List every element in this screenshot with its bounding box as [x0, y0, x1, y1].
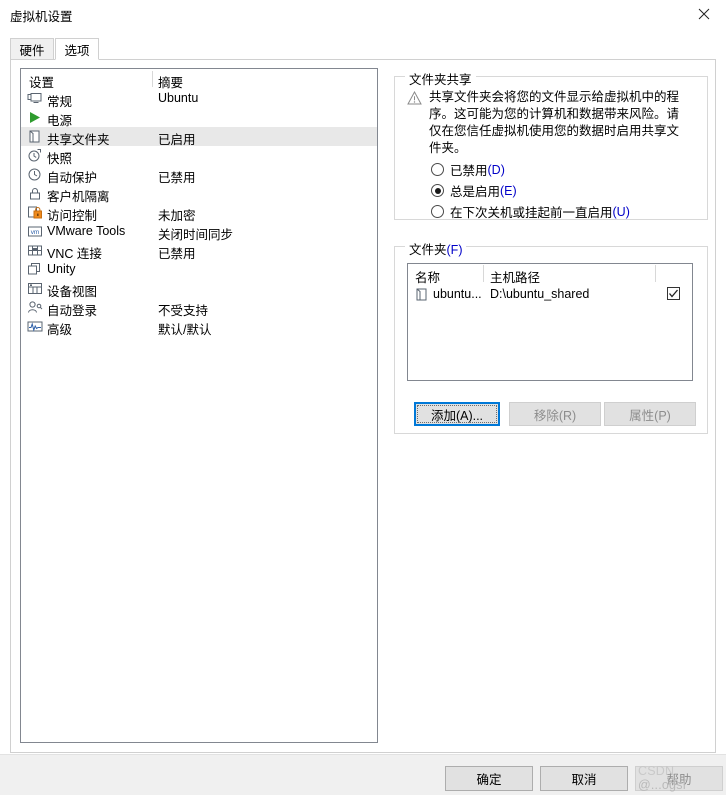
folders-table-header: 名称 主机路径 [408, 264, 692, 285]
window-title: 虚拟机设置 [10, 10, 73, 24]
add-folder-button[interactable]: 添加(A)... [414, 402, 500, 426]
power-play-icon [27, 110, 43, 125]
shared-folder-name: ubuntu... [433, 287, 482, 301]
close-icon [698, 8, 710, 20]
settings-list-item-summary: 默认/默认 [158, 323, 212, 337]
settings-list-rows: 常规 Ubuntu 电源 共享文件夹 已启用 快照 自动保护 已禁用 客户机隔离 访问控制 未加密 v… [21, 89, 377, 337]
settings-list-item-label: 高级 [47, 323, 73, 337]
sharing-mode-option[interactable]: 总是启用 (E) [431, 180, 630, 201]
help-button[interactable]: 帮助 [635, 766, 723, 791]
radio-button-icon[interactable] [431, 184, 444, 197]
folders-header-divider-2 [655, 265, 656, 282]
svg-text:vm: vm [31, 229, 40, 236]
settings-list-item[interactable]: 自动保护 已禁用 [21, 165, 377, 185]
folders-group-title-text: 文件夹 [409, 243, 447, 257]
settings-list-item[interactable]: 电源 [21, 108, 377, 128]
sharing-mode-option-accel: (U) [612, 204, 630, 219]
sharing-warning: 共享文件夹会将您的文件显示给虚拟机中的程序。这可能为您的计算机和数据带来风险。请… [407, 89, 697, 157]
settings-list-item[interactable]: 共享文件夹 已启用 [21, 127, 377, 147]
shared-folders-table[interactable]: 名称 主机路径 ubuntu... D:\ubuntu_shared [407, 263, 693, 381]
cancel-button-label: 取消 [571, 773, 597, 787]
advanced-icon [27, 319, 43, 334]
settings-list-item[interactable]: 客户机隔离 [21, 184, 377, 204]
settings-list-item[interactable]: vm VMware Tools 关闭时间同步 [21, 222, 377, 242]
device-view-icon [27, 281, 43, 296]
settings-list-item-summary: Ubuntu [158, 91, 199, 105]
remove-folder-button[interactable]: 移除(R) [509, 402, 601, 426]
sharing-mode-radio-group[interactable]: 已禁用 (D) 总是启用 (E) 在下次关机或挂起前一直启用 (U) [431, 159, 630, 222]
autoprotect-icon [27, 167, 43, 182]
folder-icon [414, 287, 430, 302]
tab-hardware[interactable]: 硬件 [10, 38, 54, 60]
folder-properties-button[interactable]: 属性(P) [604, 402, 696, 426]
title-bar: 虚拟机设置 [0, 0, 726, 28]
monitor-icon [27, 91, 43, 106]
snapshot-icon [27, 148, 43, 163]
folders-group-title: 文件夹(F) [405, 239, 467, 258]
settings-list-item[interactable]: VNC 连接 已禁用 [21, 241, 377, 261]
check-icon [669, 289, 678, 298]
lock-icon [27, 186, 43, 201]
shared-folder-icon [27, 129, 43, 144]
close-button[interactable] [682, 0, 726, 28]
tab-options[interactable]: 选项 [55, 38, 99, 60]
folder-properties-button-label: 属性(P) [629, 408, 671, 423]
radio-button-icon[interactable] [431, 163, 444, 176]
settings-list-item[interactable]: 高级 默认/默认 [21, 317, 377, 337]
settings-list-item[interactable]: 快照 [21, 146, 377, 166]
vmware-tools-icon: vm [27, 224, 43, 239]
shared-folder-enabled-checkbox[interactable] [667, 287, 680, 300]
settings-list-item-label: Unity [47, 262, 76, 276]
shared-folder-path: D:\ubuntu_shared [490, 287, 590, 301]
ok-button[interactable]: 确定 [445, 766, 533, 791]
sharing-mode-option-accel: (E) [500, 183, 517, 198]
cancel-button[interactable]: 取消 [540, 766, 628, 791]
settings-list-item[interactable]: Unity [21, 260, 377, 279]
auto-login-icon [27, 300, 43, 315]
ok-button-label: 确定 [476, 773, 502, 787]
shared-folder-row[interactable]: ubuntu... D:\ubuntu_shared [408, 284, 692, 306]
tab-options-label: 选项 [64, 43, 90, 58]
tab-hardware-label: 硬件 [19, 43, 45, 58]
folders-header-divider-1 [483, 265, 484, 282]
help-button-label: 帮助 [666, 773, 692, 787]
unity-icon [27, 262, 43, 277]
sharing-mode-option-label: 已禁用 [450, 164, 488, 178]
folders-table-rows: ubuntu... D:\ubuntu_shared [408, 284, 692, 306]
settings-list-item[interactable]: 常规 Ubuntu [21, 89, 377, 109]
sharing-warning-text: 共享文件夹会将您的文件显示给虚拟机中的程序。这可能为您的计算机和数据带来风险。请… [429, 90, 680, 155]
sharing-mode-option-accel: (D) [487, 162, 505, 177]
sharing-mode-option-label: 在下次关机或挂起前一直启用 [450, 206, 613, 220]
settings-list-item[interactable]: 访问控制 未加密 [21, 203, 377, 223]
settings-list-item[interactable]: 自动登录 不受支持 [21, 298, 377, 318]
sharing-mode-option-label: 总是启用 [450, 185, 501, 199]
settings-list-header: 设置 摘要 [21, 69, 377, 90]
folders-group-title-accel: (F) [446, 243, 463, 257]
dialog-footer: 确定 取消 帮助 [0, 754, 726, 795]
settings-list-item[interactable]: 设备视图 [21, 279, 377, 299]
header-divider [152, 71, 153, 87]
remove-folder-button-label: 移除(R) [533, 408, 577, 423]
folder-sharing-group-title: 文件夹共享 [405, 69, 476, 88]
sharing-mode-option[interactable]: 在下次关机或挂起前一直启用 (U) [431, 201, 630, 222]
focus-ring [417, 405, 497, 423]
access-control-icon [27, 205, 43, 220]
warning-triangle-icon [407, 89, 429, 157]
radio-button-icon[interactable] [431, 205, 444, 218]
settings-list[interactable]: 设置 摘要 常规 Ubuntu 电源 共享文件夹 已启用 快照 自动保护 已禁用 客户机隔离 访问… [20, 68, 378, 743]
vnc-icon [27, 243, 43, 258]
sharing-mode-option[interactable]: 已禁用 (D) [431, 159, 630, 180]
tab-strip: 硬件 选项 [10, 38, 716, 60]
settings-list-item-label: VMware Tools [47, 224, 126, 238]
folder-sharing-group: 文件夹共享 共享文件夹会将您的文件显示给虚拟机中的程序。这可能为您的计算机和数据… [394, 69, 708, 222]
